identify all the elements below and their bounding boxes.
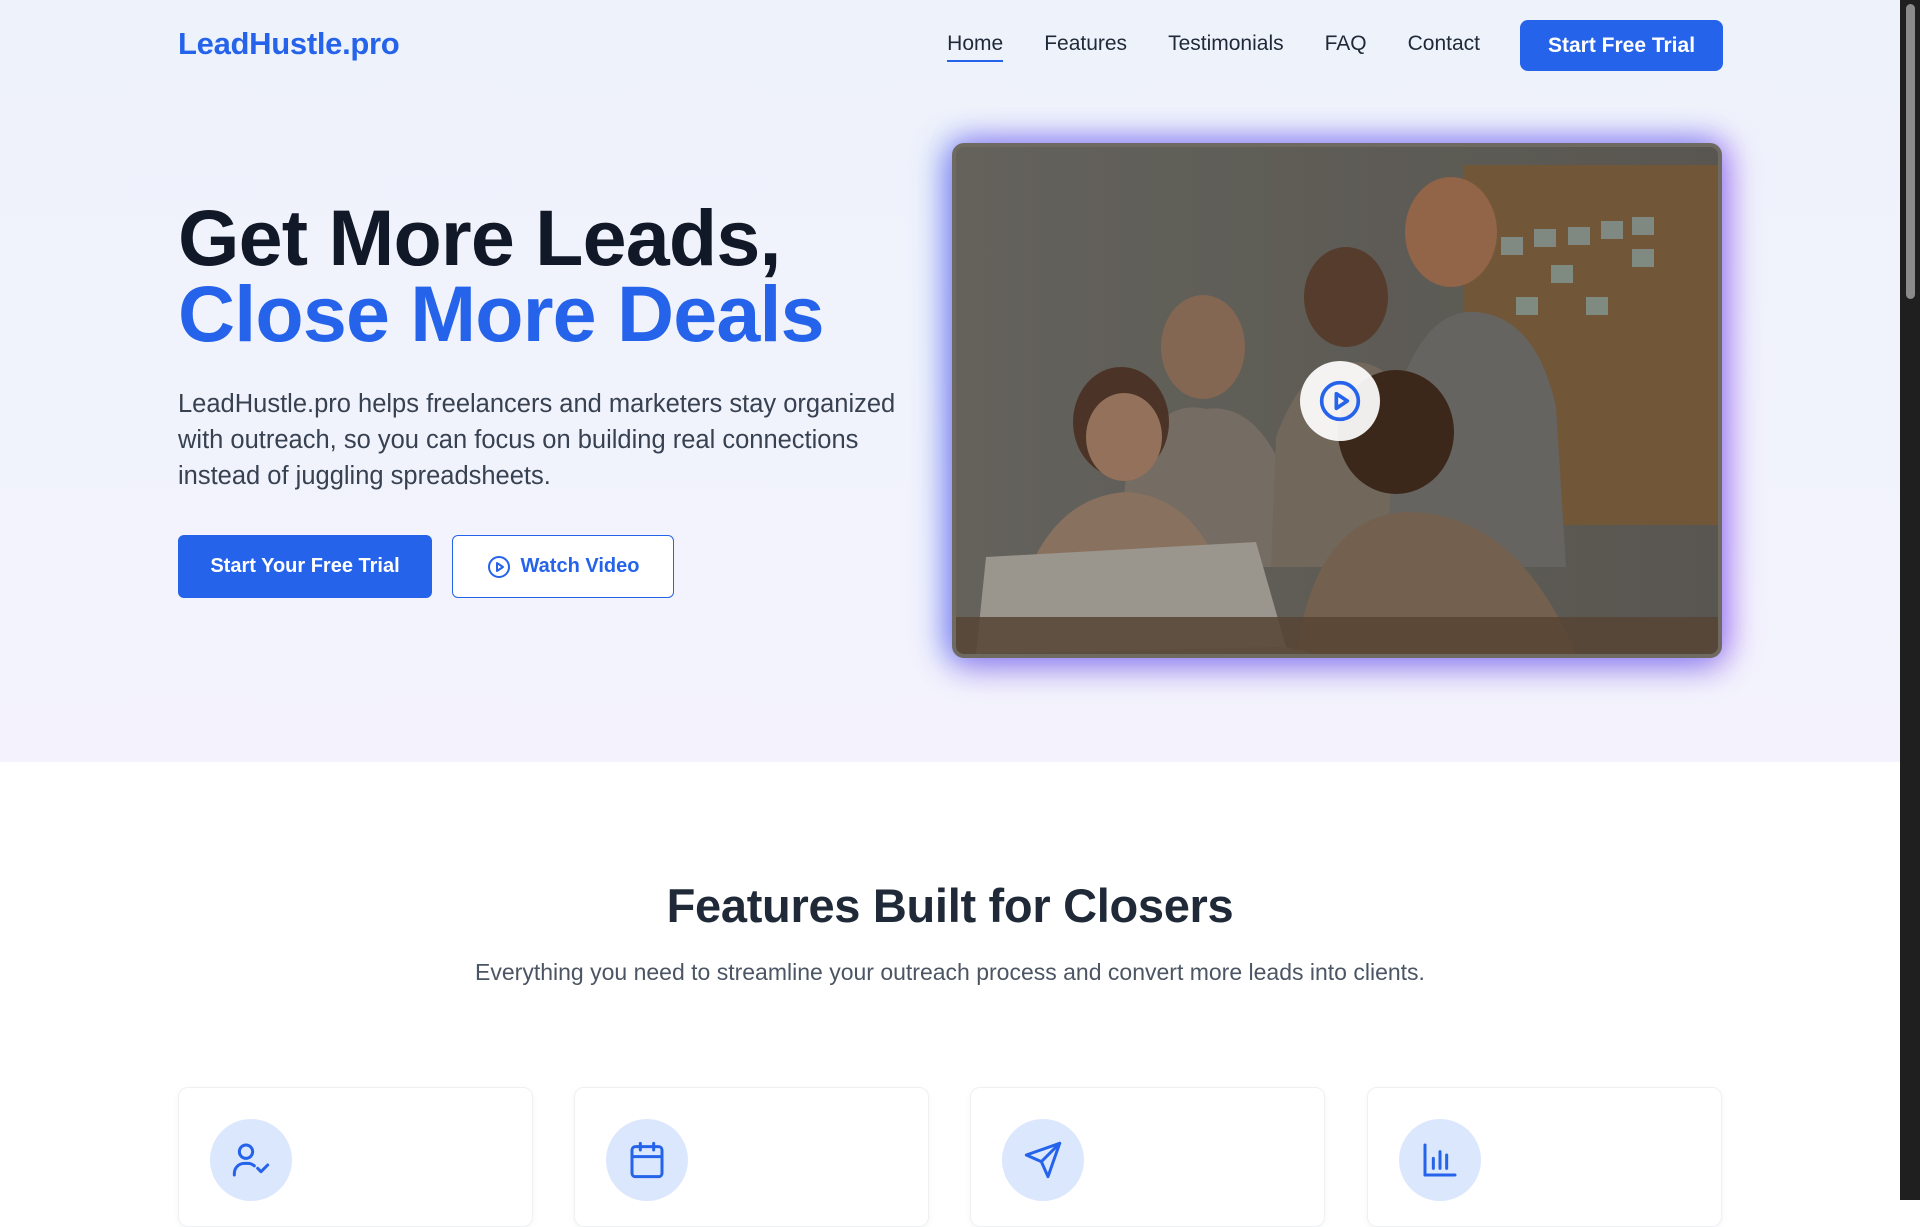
calendar-icon-badge: [606, 1119, 688, 1201]
nav-link-faq[interactable]: FAQ: [1325, 32, 1367, 62]
play-circle-icon: [487, 555, 510, 578]
start-free-trial-button[interactable]: Start Free Trial: [1520, 20, 1723, 71]
scrollbar-thumb[interactable]: [1906, 4, 1915, 299]
feature-card-analytics: [1367, 1087, 1722, 1227]
features-title: Features Built for Closers: [666, 879, 1234, 932]
bar-chart-icon-badge: [1399, 1119, 1481, 1201]
hero-subtitle: LeadHustle.pro helps freelancers and mar…: [178, 390, 896, 490]
nav-link-features[interactable]: Features: [1044, 32, 1127, 62]
calendar-icon: [630, 1141, 664, 1179]
hero-title: Get More Leads, Close More Deals: [178, 193, 825, 358]
landing-page: LeadHustle.pro Home Features Testimonial…: [0, 0, 1900, 1227]
send-icon: [1024, 1141, 1062, 1179]
user-check-icon-badge: [210, 1119, 292, 1201]
nav-link-testimonials[interactable]: Testimonials: [1168, 32, 1284, 62]
play-circle-icon: [1319, 380, 1361, 422]
watch-video-button[interactable]: Watch Video: [452, 535, 674, 598]
feature-card-scheduling: [574, 1087, 929, 1227]
video-play-button[interactable]: [1300, 361, 1380, 441]
nav-links: Home Features Testimonials FAQ Contact: [947, 32, 1480, 62]
send-icon-badge: [1002, 1119, 1084, 1201]
page-scrollbar[interactable]: [1900, 0, 1920, 1200]
top-navigation: LeadHustle.pro Home Features Testimonial…: [178, 20, 1723, 71]
feature-card-outreach: [970, 1087, 1325, 1227]
nav-link-contact[interactable]: Contact: [1408, 32, 1480, 62]
start-your-free-trial-button[interactable]: Start Your Free Trial: [178, 535, 432, 598]
hero-title-line-2: Close More Deals: [178, 269, 825, 358]
user-check-icon: [232, 1143, 270, 1177]
hero-video[interactable]: [952, 143, 1722, 658]
feature-card-contacts: [178, 1087, 533, 1227]
nav-link-home[interactable]: Home: [947, 32, 1004, 62]
hero-title-line-1: Get More Leads,: [178, 193, 781, 282]
bar-chart-icon: [1423, 1143, 1457, 1177]
watch-video-label: Watch Video: [520, 555, 640, 577]
features-subtitle: Everything you need to streamline your o…: [475, 959, 1425, 985]
site-logo[interactable]: LeadHustle.pro: [178, 26, 400, 62]
